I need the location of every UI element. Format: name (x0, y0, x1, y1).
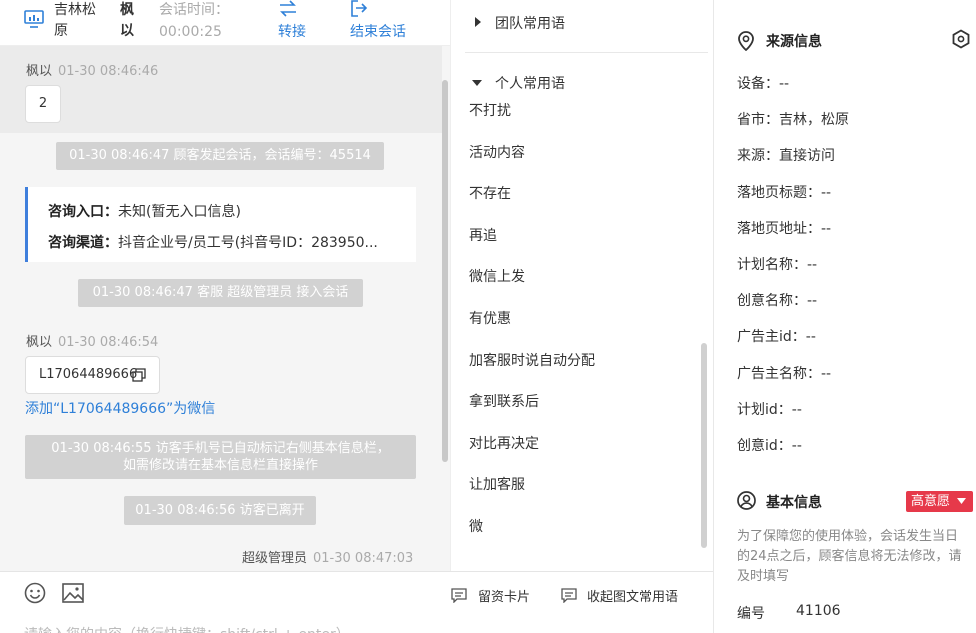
message-input[interactable]: 请输入您的内容（换行快捷键：shift/ctrl + enter） (24, 624, 350, 633)
visitor-name: 枫以 (120, 2, 134, 39)
end-session-label: 结束会话 (350, 24, 406, 40)
image-icon[interactable] (62, 582, 84, 604)
source-info-row: 来源：直接访问 (737, 148, 835, 165)
caret-right-icon (474, 17, 482, 27)
sender-name: 枫以 (26, 335, 53, 350)
consult-channel-label: 咨询渠道： (48, 235, 118, 251)
team-phrases-group[interactable]: 团队常用语 (471, 13, 708, 35)
message-bubble: 2 (25, 85, 61, 123)
system-message: 01-30 08:46:55 访客手机号已自动标记右侧基本信息栏， 如需修改请在… (25, 435, 416, 479)
consult-channel-row: 咨询渠道：抖音企业号/员工号(抖音号ID：283950... (48, 232, 400, 252)
basic-info-title: 基本信息 (766, 495, 822, 511)
message-text: L17064489666 (39, 367, 138, 382)
sender-name: 枫以 (26, 64, 53, 79)
consult-entry-value: 未知(暂无入口信息) (118, 204, 241, 220)
settings-hex-icon[interactable] (951, 29, 971, 49)
system-message-line: 01-30 08:46:55 访客手机号已自动标记右侧基本信息栏， (51, 441, 390, 456)
emoji-icon[interactable] (24, 582, 46, 604)
source-info-title: 来源信息 (766, 34, 822, 50)
transfer-button[interactable]: 转接 (278, 0, 318, 44)
phrase-item[interactable]: 让加客服 (469, 474, 525, 494)
system-message: 01-30 08:46:47 客服 超级管理员 接入会话 (78, 279, 363, 307)
message-time: 01-30 08:46:46 (58, 64, 159, 79)
phrase-item[interactable]: 拿到联系后 (469, 391, 539, 411)
sender-name: 超级管理员 (242, 551, 308, 566)
monitor-icon (24, 10, 44, 28)
copy-icon[interactable] (132, 368, 146, 382)
message-bubble: L17064489666 (25, 356, 160, 394)
message-list[interactable]: 枫以 01-30 08:46:46 2 01-30 08:46:47 顾客发起会话… (0, 46, 450, 571)
phrase-panel: 团队常用语 个人常用语 不打扰活动内容不存在再追微信上发有优惠加客服时说自动分配… (450, 0, 713, 571)
lead-card-label: 留资卡片 (478, 590, 531, 605)
message-time: 01-30 08:46:54 (58, 335, 159, 350)
edit-deadline-note: 为了保障您的使用体验，会话发生当日的24点之后，顾客信息将无法修改，请及时填写 (737, 529, 962, 584)
customer-info-panel: 来源信息 设备：-- 省市：吉林，松原 来源：直接访问 落地页标题：-- 落地页地址：-… (713, 0, 976, 633)
source-info-row: 创意id：-- (737, 438, 802, 454)
customer-id-value: 41106 (796, 603, 841, 619)
phrase-item[interactable]: 加客服时说自动分配 (469, 350, 595, 370)
consult-channel-value: 抖音企业号/员工号(抖音号ID：283950... (118, 235, 378, 251)
source-info-row: 省市：吉林，松原 (737, 112, 849, 129)
chat-header: 吉林松原 枫以 会话时间： 00:00:25 转接 结束会话 (0, 0, 450, 46)
phrase-item[interactable]: 有优惠 (469, 308, 511, 328)
phrase-item[interactable]: 不存在 (469, 183, 511, 203)
phrase-item[interactable]: 不打扰 (469, 100, 511, 120)
visitor-location: 吉林松原 (54, 2, 96, 39)
end-session-button[interactable]: 结束会话 (350, 0, 420, 44)
add-wechat-link[interactable]: 添加“L17064489666”为微信 (25, 398, 215, 418)
customer-id-label: 编号 (737, 606, 765, 622)
consult-entry-row: 咨询入口：未知(暂无入口信息) (48, 201, 241, 221)
source-info-row: 落地页标题：-- (737, 184, 832, 201)
source-info-row: 设备：-- (737, 76, 790, 92)
source-info-row: 落地页地址：-- (737, 220, 832, 237)
source-info-row: 创意名称：-- (737, 293, 818, 310)
caret-down-icon (957, 498, 966, 504)
user-circle-icon (737, 491, 756, 510)
system-message: 01-30 08:46:47 顾客发起会话，会话编号：45514 (56, 142, 384, 170)
message-sender-line: 枫以 01-30 08:46:54 (26, 331, 158, 350)
chat-panel: 吉林松原 枫以 会话时间： 00:00:25 转接 结束会话 枫以01-30 (0, 0, 450, 633)
source-info-row: 广告主名称：-- (737, 365, 832, 382)
message-time: 01-30 08:47:03 (313, 551, 414, 566)
personal-phrases-title: 个人常用语 (495, 76, 565, 92)
location-pin-icon (738, 31, 754, 51)
exit-icon (350, 0, 368, 18)
source-info-row: 广告主id：-- (737, 329, 816, 346)
divider (465, 52, 708, 53)
phrase-item[interactable]: 微 (469, 516, 483, 536)
session-time-label: 会话时间： (159, 2, 229, 18)
session-time-value: 00:00:25 (159, 24, 222, 40)
phrase-item[interactable]: 对比再决定 (469, 433, 539, 453)
intent-badge-label: 高意愿 (911, 494, 951, 509)
transfer-label: 转接 (278, 24, 306, 40)
phrase-item[interactable]: 活动内容 (469, 142, 525, 162)
source-info-row: 计划名称：-- (737, 257, 818, 273)
consult-info-card: 咨询入口：未知(暂无入口信息) 咨询渠道：抖音企业号/员工号(抖音号ID：283… (25, 187, 416, 262)
chat-input-area: 留资卡片 收起图文常用语 请输入您的内容（换行快捷键：shift/ctrl + … (0, 571, 713, 633)
phrase-item[interactable]: 再追 (469, 225, 497, 245)
phrase-item[interactable]: 微信上发 (469, 266, 525, 286)
collapse-phrases-label: 收起图文常用语 (587, 590, 679, 605)
source-info-row: 计划id：-- (737, 401, 802, 418)
message-scrollbar[interactable] (442, 80, 448, 462)
phrase-scrollbar[interactable] (701, 343, 707, 548)
message-sender-line: 超级管理员 01-30 08:47:03 (242, 547, 413, 566)
system-message-line: 如需修改请在基本信息栏直接操作 (122, 458, 318, 473)
consult-entry-label: 咨询入口： (48, 204, 118, 220)
system-message: 01-30 08:46:56 访客已离开 (124, 496, 316, 525)
message-sender-line: 枫以 01-30 08:46:46 (26, 60, 158, 79)
card-icon (451, 588, 467, 603)
personal-phrases-group[interactable]: 个人常用语 (471, 73, 708, 95)
transfer-icon (278, 0, 298, 18)
message-icon (561, 588, 577, 603)
intent-badge-select[interactable]: 高意愿 (906, 491, 973, 512)
team-phrases-title: 团队常用语 (495, 16, 565, 32)
caret-down-icon (472, 79, 482, 87)
